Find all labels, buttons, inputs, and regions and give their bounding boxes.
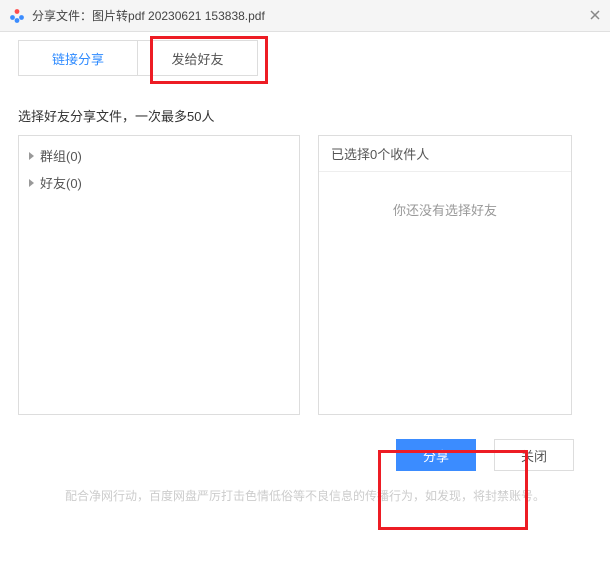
title-filename: 图片转pdf 20230621 153838.pdf <box>92 7 265 24</box>
friends-tree-panel: 群组(0) 好友(0) <box>18 135 300 415</box>
tree-groups[interactable]: 群组(0) <box>29 142 289 169</box>
close-button-label: 关闭 <box>521 446 547 465</box>
titlebar: 分享文件： 图片转pdf 20230621 153838.pdf <box>0 0 610 32</box>
selected-header: 已选择0个收件人 <box>319 136 571 172</box>
share-button-label: 分享 <box>423 446 449 465</box>
app-logo-icon <box>8 7 26 25</box>
tree-groups-label: 群组(0) <box>40 146 82 165</box>
tab-send-friend[interactable]: 发给好友 <box>138 40 258 76</box>
tab-link-share[interactable]: 链接分享 <box>18 40 138 76</box>
tree-friends-label: 好友(0) <box>40 173 82 192</box>
chevron-right-icon <box>29 152 34 160</box>
selected-prefix: 已选择 <box>331 147 370 162</box>
chevron-right-icon <box>29 179 34 187</box>
instruction-text: 选择好友分享文件，一次最多50人 <box>18 106 592 125</box>
tab-bar: 链接分享 发给好友 <box>18 40 592 76</box>
selected-recipients-panel: 已选择0个收件人 你还没有选择好友 <box>318 135 572 415</box>
share-button[interactable]: 分享 <box>396 439 476 471</box>
selected-suffix: 个收件人 <box>377 147 429 162</box>
disclaimer-text: 配合净网行动，百度网盘严厉打击色情低俗等不良信息的传播行为，如发现，将封禁账号。 <box>18 481 592 504</box>
close-button[interactable]: 关闭 <box>494 439 574 471</box>
title-prefix: 分享文件： <box>32 7 92 24</box>
tab-link-share-label: 链接分享 <box>52 49 104 68</box>
tree-friends[interactable]: 好友(0) <box>29 169 289 196</box>
selected-empty-text: 你还没有选择好友 <box>319 172 571 414</box>
close-icon[interactable] <box>586 6 604 24</box>
tab-send-friend-label: 发给好友 <box>171 49 223 68</box>
